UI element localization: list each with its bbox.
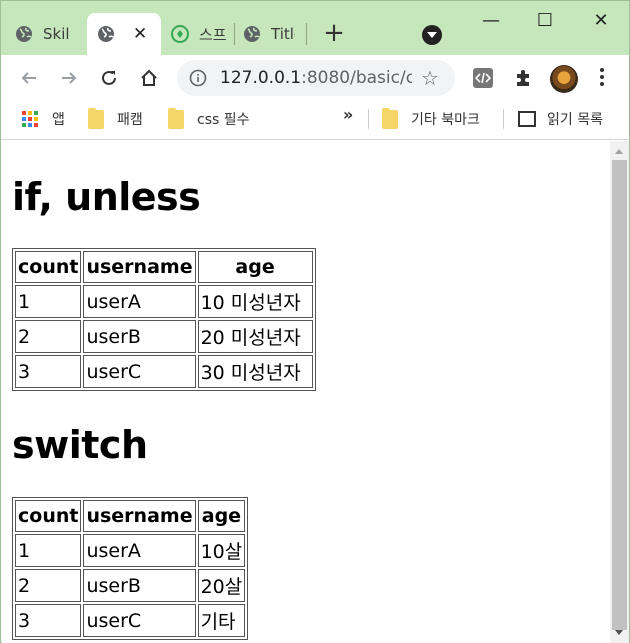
- column-header: username: [83, 251, 196, 283]
- back-button[interactable]: [14, 63, 44, 93]
- bookmarks-bar: 앱 패캠 css 필수 기타 북마크 읽기 목록: [1, 101, 629, 140]
- tab-title: Skil: [43, 25, 70, 43]
- minimize-button[interactable]: —: [471, 7, 511, 35]
- table-cell: 20살: [197, 569, 246, 602]
- home-button[interactable]: [134, 63, 164, 93]
- url-text: 127.0.0.1:8080/basic/c...: [220, 68, 412, 88]
- bookmark-apps[interactable]: 앱: [22, 108, 65, 130]
- folder-icon: [382, 107, 398, 129]
- home-icon: [141, 69, 157, 86]
- bookmark-separator: [368, 109, 369, 129]
- bookmark-label: 앱: [52, 112, 65, 128]
- table-header-row: count username age: [15, 500, 246, 532]
- new-tab-button[interactable]: +: [321, 20, 347, 47]
- column-header: username: [83, 500, 196, 532]
- table-cell: userA: [83, 534, 196, 567]
- spring-icon: [171, 25, 189, 43]
- scroll-up-arrow-icon[interactable]: [615, 149, 623, 154]
- tab-separator: [234, 23, 235, 45]
- table-cell: 3: [15, 355, 82, 388]
- tab-skill[interactable]: Skil: [15, 13, 77, 55]
- bookmark-folder-fastcampus[interactable]: 패캠: [88, 107, 143, 130]
- table-header-row: count username age: [15, 251, 313, 283]
- tab-title: Title: [271, 25, 295, 43]
- table-cell: 1: [15, 534, 82, 567]
- arrow-right-icon: [62, 72, 77, 84]
- bookmarks-overflow-button[interactable]: »: [343, 105, 353, 124]
- column-header: count: [15, 500, 82, 532]
- puzzle-icon[interactable]: [513, 67, 535, 89]
- reload-icon: [102, 70, 116, 85]
- bookmark-label: 읽기 목록: [547, 112, 603, 128]
- column-header: age: [197, 251, 313, 283]
- table-cell: 30 미성년자: [197, 355, 313, 388]
- vertical-scrollbar[interactable]: [610, 141, 629, 643]
- menu-kebab-icon[interactable]: [599, 68, 605, 90]
- column-header: count: [15, 251, 82, 283]
- bookmark-separator: [503, 109, 504, 129]
- arrow-left-icon: [21, 72, 36, 84]
- forward-button[interactable]: [54, 63, 84, 93]
- tab-title-page[interactable]: Title: [243, 13, 301, 55]
- globe-icon: [16, 26, 32, 42]
- table-cell: 20 미성년자: [197, 320, 313, 353]
- bookmark-folder-other[interactable]: 기타 북마크: [382, 107, 480, 130]
- table-cell: userC: [83, 604, 196, 637]
- table-cell: 1: [15, 285, 82, 318]
- apps-grid-icon: [22, 111, 38, 127]
- scrollbar-thumb[interactable]: [612, 160, 627, 630]
- table-row: 2 userB 20 미성년자: [15, 320, 313, 353]
- globe-icon: [244, 26, 260, 42]
- tab-spring[interactable]: 스프: [171, 13, 227, 55]
- browser-window: Skil ✕ 스프 Title + — ☐ ✕: [0, 0, 630, 643]
- address-bar[interactable]: 127.0.0.1:8080/basic/c... ☆: [177, 60, 455, 96]
- bookmark-label: css 필수: [197, 112, 250, 128]
- table-cell: 2: [15, 569, 82, 602]
- tab-title: 스프: [199, 25, 227, 44]
- code-extension-icon[interactable]: [472, 67, 494, 89]
- table-cell: userB: [83, 320, 196, 353]
- table-switch: count username age 1 userA 10살 2 userB 2…: [12, 497, 249, 640]
- tab-active[interactable]: ✕: [87, 13, 161, 55]
- table-cell: 기타: [197, 604, 246, 637]
- table-cell: userA: [83, 285, 196, 318]
- info-icon[interactable]: [189, 69, 207, 87]
- section-heading-if-unless: if, unless: [12, 175, 201, 219]
- table-cell: userB: [83, 569, 196, 602]
- profile-avatar[interactable]: [550, 65, 578, 93]
- table-if-unless: count username age 1 userA 10 미성년자 2 use…: [12, 248, 316, 391]
- column-header: age: [197, 500, 246, 532]
- reload-button[interactable]: [94, 63, 124, 93]
- reading-list-button[interactable]: 읽기 목록: [518, 108, 603, 130]
- folder-icon: [88, 107, 104, 129]
- folder-icon: [168, 107, 184, 129]
- table-cell: 10 미성년자: [197, 285, 313, 318]
- bookmark-star-icon[interactable]: ☆: [421, 66, 439, 90]
- maximize-button[interactable]: ☐: [525, 7, 565, 35]
- table-cell: 2: [15, 320, 82, 353]
- close-tab-icon[interactable]: ✕: [133, 24, 147, 44]
- close-window-button[interactable]: ✕: [581, 7, 621, 35]
- bookmark-label: 기타 북마크: [411, 112, 480, 128]
- table-row: 2 userB 20살: [15, 569, 246, 602]
- table-row: 3 userC 기타: [15, 604, 246, 637]
- table-cell: 10살: [197, 534, 246, 567]
- table-row: 1 userA 10살: [15, 534, 246, 567]
- reading-list-icon: [518, 111, 536, 127]
- table-row: 3 userC 30 미성년자: [15, 355, 313, 388]
- tab-search-icon[interactable]: [422, 25, 442, 45]
- table-cell: userC: [83, 355, 196, 388]
- table-cell: 3: [15, 604, 82, 637]
- toolbar: 127.0.0.1:8080/basic/c... ☆: [1, 55, 629, 101]
- bookmark-label: 패캠: [117, 112, 143, 128]
- page-content: if, unless count username age 1 userA 10…: [2, 141, 610, 643]
- table-row: 1 userA 10 미성년자: [15, 285, 313, 318]
- scroll-down-arrow-icon[interactable]: [615, 630, 623, 635]
- tab-separator: [306, 23, 307, 45]
- bookmark-folder-css[interactable]: css 필수: [168, 107, 250, 130]
- section-heading-switch: switch: [12, 423, 148, 467]
- globe-icon: [98, 26, 114, 42]
- tab-strip: Skil ✕ 스프 Title + — ☐ ✕: [1, 1, 629, 55]
